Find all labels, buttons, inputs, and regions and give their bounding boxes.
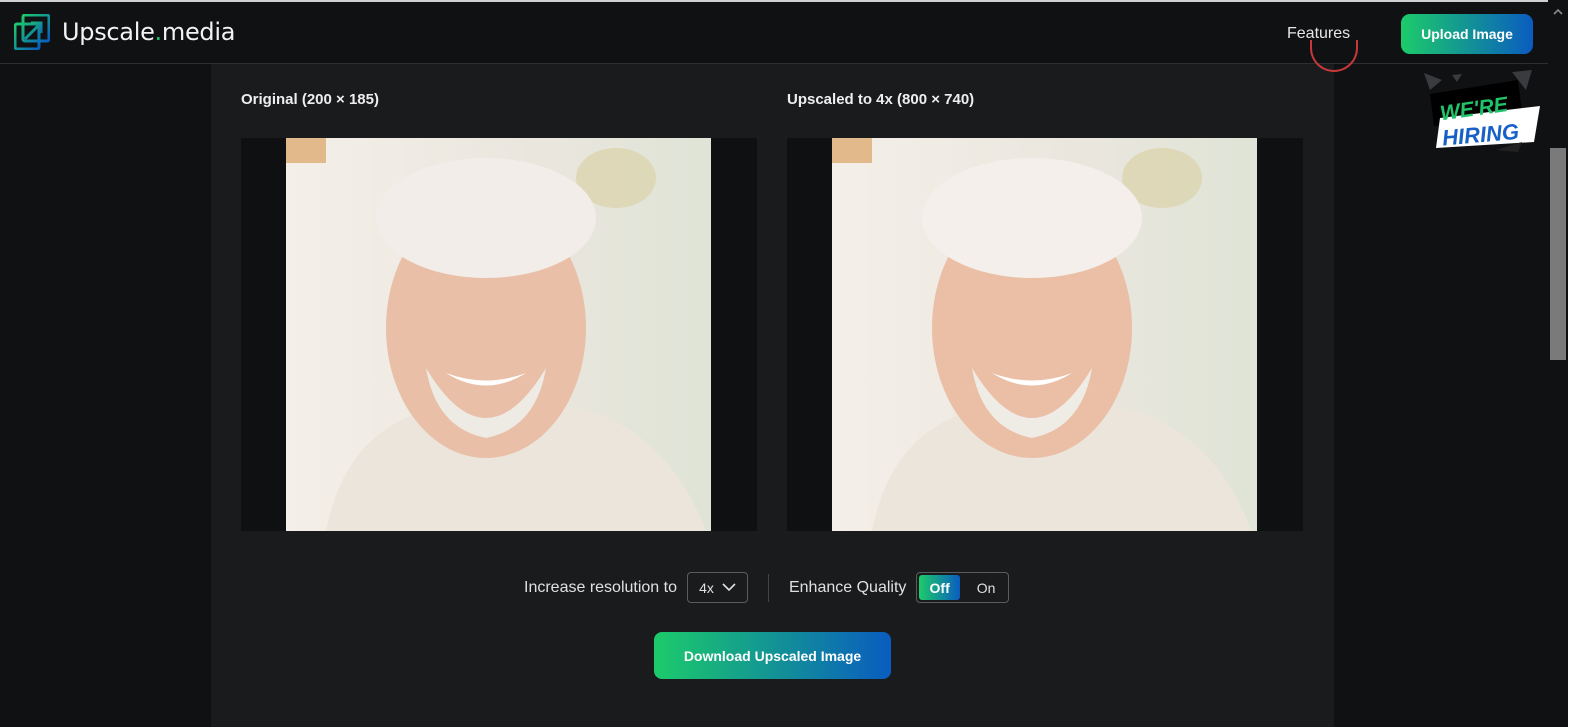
upscaled-image-frame	[787, 138, 1303, 531]
upscale-controls: Increase resolution to 4x Enhance Qualit…	[524, 572, 1010, 603]
hiring-line2: HIRING	[1441, 119, 1520, 151]
resolution-select[interactable]: 4x	[686, 572, 748, 603]
chevron-down-icon	[722, 583, 736, 592]
resolution-label: Increase resolution to	[524, 578, 677, 596]
upscaled-label: Upscaled to 4x (800 × 740)	[787, 91, 975, 108]
scrollbar[interactable]	[1548, 0, 1568, 727]
original-image	[286, 138, 711, 531]
scrollbar-thumb[interactable]	[1550, 148, 1566, 360]
enhance-quality-toggle[interactable]: Off On	[916, 572, 1010, 603]
toggle-on-option[interactable]: On	[966, 575, 1007, 600]
resolution-value: 4x	[699, 579, 714, 596]
scroll-up-icon[interactable]	[1548, 4, 1568, 20]
logo[interactable]: Upscale.media	[14, 14, 235, 50]
window-edge	[1568, 0, 1593, 727]
original-image-frame	[241, 138, 757, 531]
enhance-quality-label: Enhance Quality	[788, 578, 907, 596]
logo-text: Upscale.media	[62, 18, 236, 46]
divider	[767, 573, 769, 602]
hiring-badge[interactable]: WE'RE HIRING	[1422, 70, 1540, 160]
upscale-logo-icon	[14, 14, 50, 50]
original-label: Original (200 × 185)	[241, 91, 379, 108]
download-upscaled-button[interactable]: Download Upscaled Image	[654, 632, 891, 679]
toggle-off-option[interactable]: Off	[919, 575, 960, 600]
upload-image-button[interactable]: Upload Image	[1401, 14, 1533, 54]
upscaled-image	[832, 138, 1257, 531]
